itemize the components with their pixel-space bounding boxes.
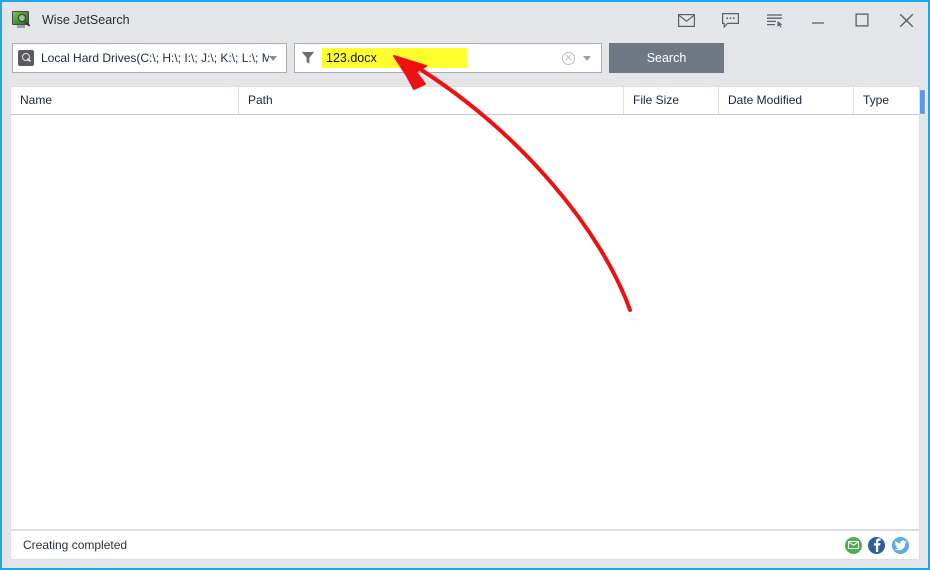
drive-select-value: Local Hard Drives(C:\; H:\; I:\; J:\; K:… bbox=[41, 51, 269, 65]
chevron-down-icon[interactable] bbox=[583, 56, 591, 61]
column-header-path[interactable]: Path bbox=[239, 87, 624, 114]
statusbar: Creating completed bbox=[10, 530, 920, 560]
drive-select[interactable]: Local Hard Drives(C:\; H:\; I:\; J:\; K:… bbox=[12, 43, 287, 73]
search-input[interactable]: 123.docx bbox=[294, 43, 602, 73]
twitter-share-icon[interactable] bbox=[892, 537, 909, 554]
titlebar: Wise JetSearch bbox=[2, 2, 928, 38]
email-share-icon[interactable] bbox=[845, 537, 862, 554]
minimize-icon[interactable] bbox=[796, 2, 840, 38]
menu-icon[interactable] bbox=[752, 2, 796, 38]
toolbar: Local Hard Drives(C:\; H:\; I:\; J:\; K:… bbox=[2, 38, 928, 82]
mail-icon[interactable] bbox=[664, 2, 708, 38]
column-header-date-modified[interactable]: Date Modified bbox=[719, 87, 854, 114]
search-button[interactable]: Search bbox=[609, 43, 724, 73]
maximize-icon[interactable] bbox=[840, 2, 884, 38]
column-header-name[interactable]: Name bbox=[11, 87, 239, 114]
monitor-magnifier-icon bbox=[12, 11, 32, 29]
wise-jetsearch-window: Wise JetSearch bbox=[0, 0, 930, 570]
column-header-file-size[interactable]: File Size bbox=[624, 87, 719, 114]
facebook-share-icon[interactable] bbox=[868, 537, 885, 554]
results-list[interactable] bbox=[10, 115, 920, 530]
filter-icon bbox=[301, 51, 315, 65]
hard-drive-icon bbox=[18, 50, 34, 66]
results-column-header: Name Path File Size Date Modified Type bbox=[10, 86, 920, 115]
column-header-type[interactable]: Type bbox=[854, 87, 919, 114]
window-title: Wise JetSearch bbox=[42, 13, 130, 27]
close-icon[interactable] bbox=[884, 2, 928, 38]
feedback-icon[interactable] bbox=[708, 2, 752, 38]
search-input-value: 123.docx bbox=[322, 48, 467, 68]
status-message: Creating completed bbox=[23, 538, 127, 552]
clear-circle-icon[interactable] bbox=[562, 52, 575, 65]
chevron-down-icon bbox=[269, 56, 277, 61]
